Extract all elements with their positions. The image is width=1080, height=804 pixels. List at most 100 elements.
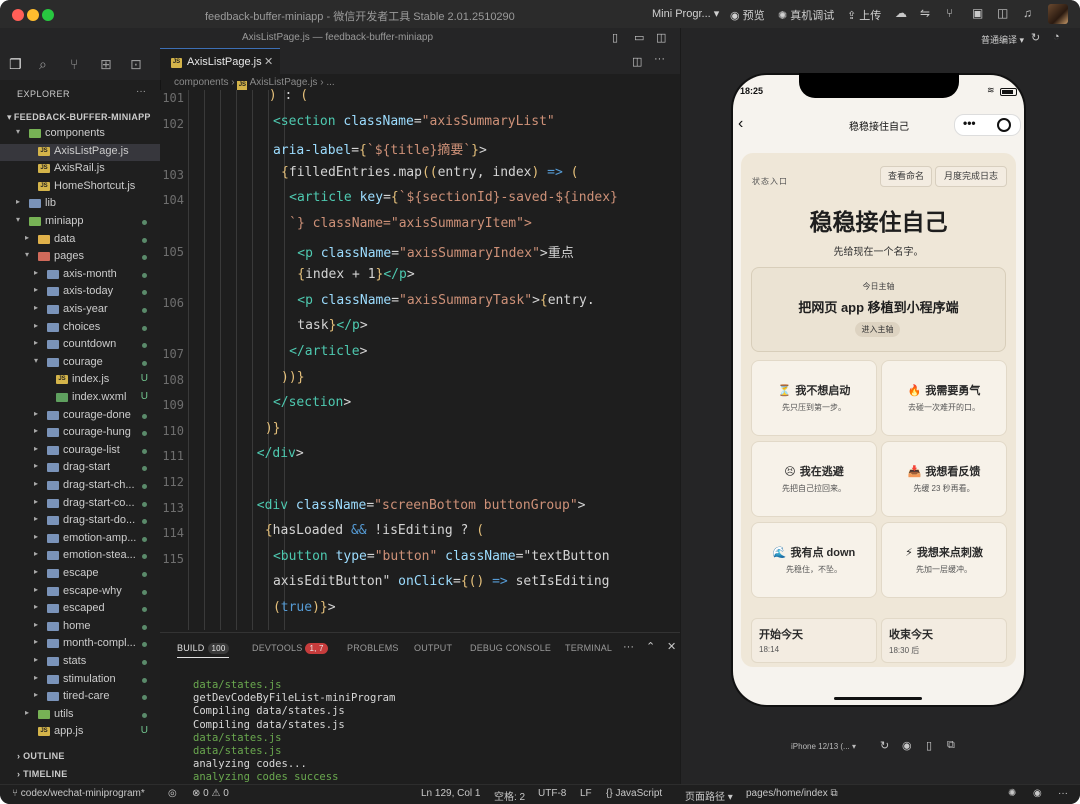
files-icon[interactable]: ❐ (9, 56, 22, 73)
tree-item[interactable]: ▸ home (0, 619, 160, 636)
code-line[interactable]: {filledEntries.map((entry, index) => ( (281, 165, 578, 180)
feeling-card[interactable]: ⚡ 我想来点刺激 先加一层缓冲。 (881, 522, 1007, 598)
minimize-window-button[interactable] (27, 9, 39, 21)
cursor-position[interactable]: Ln 129, Col 1 (421, 788, 481, 799)
tree-item[interactable]: ▸ axis-month (0, 267, 160, 284)
code-line[interactable]: (true)}> (273, 600, 336, 615)
editor-more-icon[interactable]: ··· (654, 53, 665, 65)
chevron-right-icon[interactable]: ▸ (34, 461, 38, 470)
start-day-button[interactable]: 开始今天 18:14 (751, 618, 877, 663)
chevron-right-icon[interactable]: ▸ (16, 197, 20, 206)
tree-item[interactable]: JS app.js U (0, 724, 160, 741)
tree-item[interactable]: ▸ escape (0, 566, 160, 583)
remote-debug-button[interactable]: ✺ 真机调试 (778, 7, 834, 23)
code-line[interactable]: aria-label={`${title}摘要`}> (273, 139, 487, 158)
tree-item[interactable]: index.wxml U (0, 390, 160, 407)
chevron-right-icon[interactable]: ▸ (25, 233, 29, 242)
tree-item[interactable]: ▸ stimulation (0, 672, 160, 689)
page-path-select[interactable]: 页面路径 ▾ (685, 788, 733, 803)
tree-item[interactable]: JS index.js U (0, 372, 160, 389)
copy-icon[interactable]: ⧉ (831, 788, 838, 799)
sync-icon[interactable]: ◎ (168, 788, 177, 799)
chevron-right-icon[interactable]: ▸ (34, 321, 38, 330)
breadcrumb-item[interactable]: components (174, 77, 228, 88)
menu-dots-icon[interactable]: ••• (963, 116, 976, 130)
close-day-button[interactable]: 收束今天 18:30 后 (881, 618, 1007, 663)
panel-tab[interactable]: OUTPUT (414, 643, 452, 653)
code-line[interactable]: )} (265, 421, 281, 436)
panel-tab[interactable]: DEVTOOLS 1, 7 (252, 643, 328, 654)
chevron-right-icon[interactable]: ▸ (34, 479, 38, 488)
tree-item[interactable]: ▸ courage-hung (0, 425, 160, 442)
tree-item[interactable]: ▸ courage-done (0, 408, 160, 425)
tree-item[interactable]: ▸ escape-why (0, 584, 160, 601)
chevron-right-icon[interactable]: ▸ (34, 444, 38, 453)
chevron-right-icon[interactable]: ▸ (34, 549, 38, 558)
breadcrumb-item[interactable]: AxisListPage.js (250, 77, 318, 88)
tree-item[interactable]: ▾ courage (0, 355, 160, 372)
more-icon[interactable]: ··· (1058, 788, 1068, 799)
feeling-card[interactable]: 🌊 我有点 down 先稳住，不坠。 (751, 522, 877, 598)
tree-item[interactable]: ▸ emotion-stea... (0, 548, 160, 565)
tree-item[interactable]: ▾ miniapp (0, 214, 160, 231)
chevron-right-icon[interactable]: ▸ (34, 620, 38, 629)
problems-status[interactable]: ⊗ 0 ⚠ 0 (192, 788, 229, 799)
swap-icon[interactable]: ⇋ (920, 6, 930, 20)
search-icon[interactable]: ⌕ (39, 56, 47, 73)
tree-item[interactable]: ▸ courage-list (0, 443, 160, 460)
target-icon[interactable] (997, 118, 1011, 132)
cloud-icon[interactable]: ☁ (895, 6, 907, 20)
extensions-icon[interactable]: ⊞ (100, 56, 112, 73)
code-line[interactable]: <button type="button" className="textBut… (273, 549, 610, 564)
timeline-section[interactable]: › TIMELINE (17, 769, 68, 779)
chevron-down-icon[interactable]: ▾ (25, 250, 29, 259)
tree-item[interactable]: ▸ lib (0, 196, 160, 213)
bell-icon[interactable]: ♫ (1023, 6, 1032, 20)
code-line[interactable]: </article> (289, 344, 367, 359)
compile-mode-select[interactable]: 普通编译 ▾ (981, 33, 1024, 46)
panel-toggle-icon[interactable]: ▭ (634, 31, 644, 44)
window-icon[interactable]: ⧉ (947, 739, 955, 752)
device-select[interactable]: iPhone 12/13 (... ▾ (791, 742, 856, 751)
code-line[interactable]: </section> (273, 395, 351, 410)
code-line[interactable]: task}</p> (297, 318, 367, 333)
tree-item[interactable]: ▸ drag-start (0, 460, 160, 477)
avatar[interactable] (1048, 4, 1068, 24)
chevron-right-icon[interactable]: ▸ (34, 637, 38, 646)
sidebar-toggle-icon[interactable]: ▯ (612, 31, 618, 44)
mode-select[interactable]: Mini Progr... ▾ (652, 7, 719, 20)
chevron-down-icon[interactable]: ▾ (16, 215, 20, 224)
chevron-right-icon[interactable]: ▸ (34, 426, 38, 435)
chevron-right-icon[interactable]: ▸ (34, 338, 38, 347)
tree-item[interactable]: ▸ month-compl... (0, 636, 160, 653)
panel-tab[interactable]: DEBUG CONSOLE (470, 643, 551, 653)
branch-status[interactable]: ⑂ codex/wechat-miniprogram* (12, 788, 145, 799)
panel-tab[interactable]: PROBLEMS (347, 643, 399, 653)
close-window-button[interactable] (12, 9, 24, 21)
chevron-down-icon[interactable]: ▾ (34, 356, 38, 365)
chevron-right-icon[interactable]: ▸ (34, 585, 38, 594)
clock-icon[interactable]: ◔ (1053, 31, 1060, 43)
chevron-right-icon[interactable]: ▸ (34, 268, 38, 277)
phone-icon[interactable]: ▯ (926, 739, 932, 752)
tree-item[interactable]: ▸ data (0, 232, 160, 249)
view-names-button[interactable]: 查看命名 (880, 166, 932, 187)
enter-focus-button[interactable]: 进入主轴 (855, 322, 900, 337)
record-icon[interactable]: ◉ (902, 739, 912, 752)
code-line[interactable]: `} className="axisSummaryItem"> (289, 216, 532, 231)
eol-status[interactable]: LF (580, 788, 592, 799)
chevron-right-icon[interactable]: ▸ (25, 708, 29, 717)
feeling-card[interactable]: 😣 我在逃避 先把自己拉回来。 (751, 441, 877, 517)
tree-item[interactable]: ▸ drag-start-ch... (0, 478, 160, 495)
tab-axislistpage[interactable]: JS AxisListPage.js ✕ (160, 48, 280, 75)
project-title[interactable]: ▾ FEEDBACK-BUFFER-MINIAPP (7, 112, 151, 123)
tree-item[interactable]: ▸ choices (0, 320, 160, 337)
code-line[interactable]: ) : ( (269, 88, 308, 103)
split-toggle-icon[interactable]: ◫ (656, 31, 666, 44)
chevron-right-icon[interactable]: ▸ (34, 409, 38, 418)
upload-button[interactable]: ⇪ 上传 (847, 7, 881, 23)
eye-icon[interactable]: ◉ (1033, 788, 1042, 799)
code-line[interactable]: <section className="axisSummaryList" (273, 114, 555, 129)
refresh-icon[interactable]: ↻ (1031, 31, 1040, 44)
tree-item[interactable]: ▸ stats (0, 654, 160, 671)
